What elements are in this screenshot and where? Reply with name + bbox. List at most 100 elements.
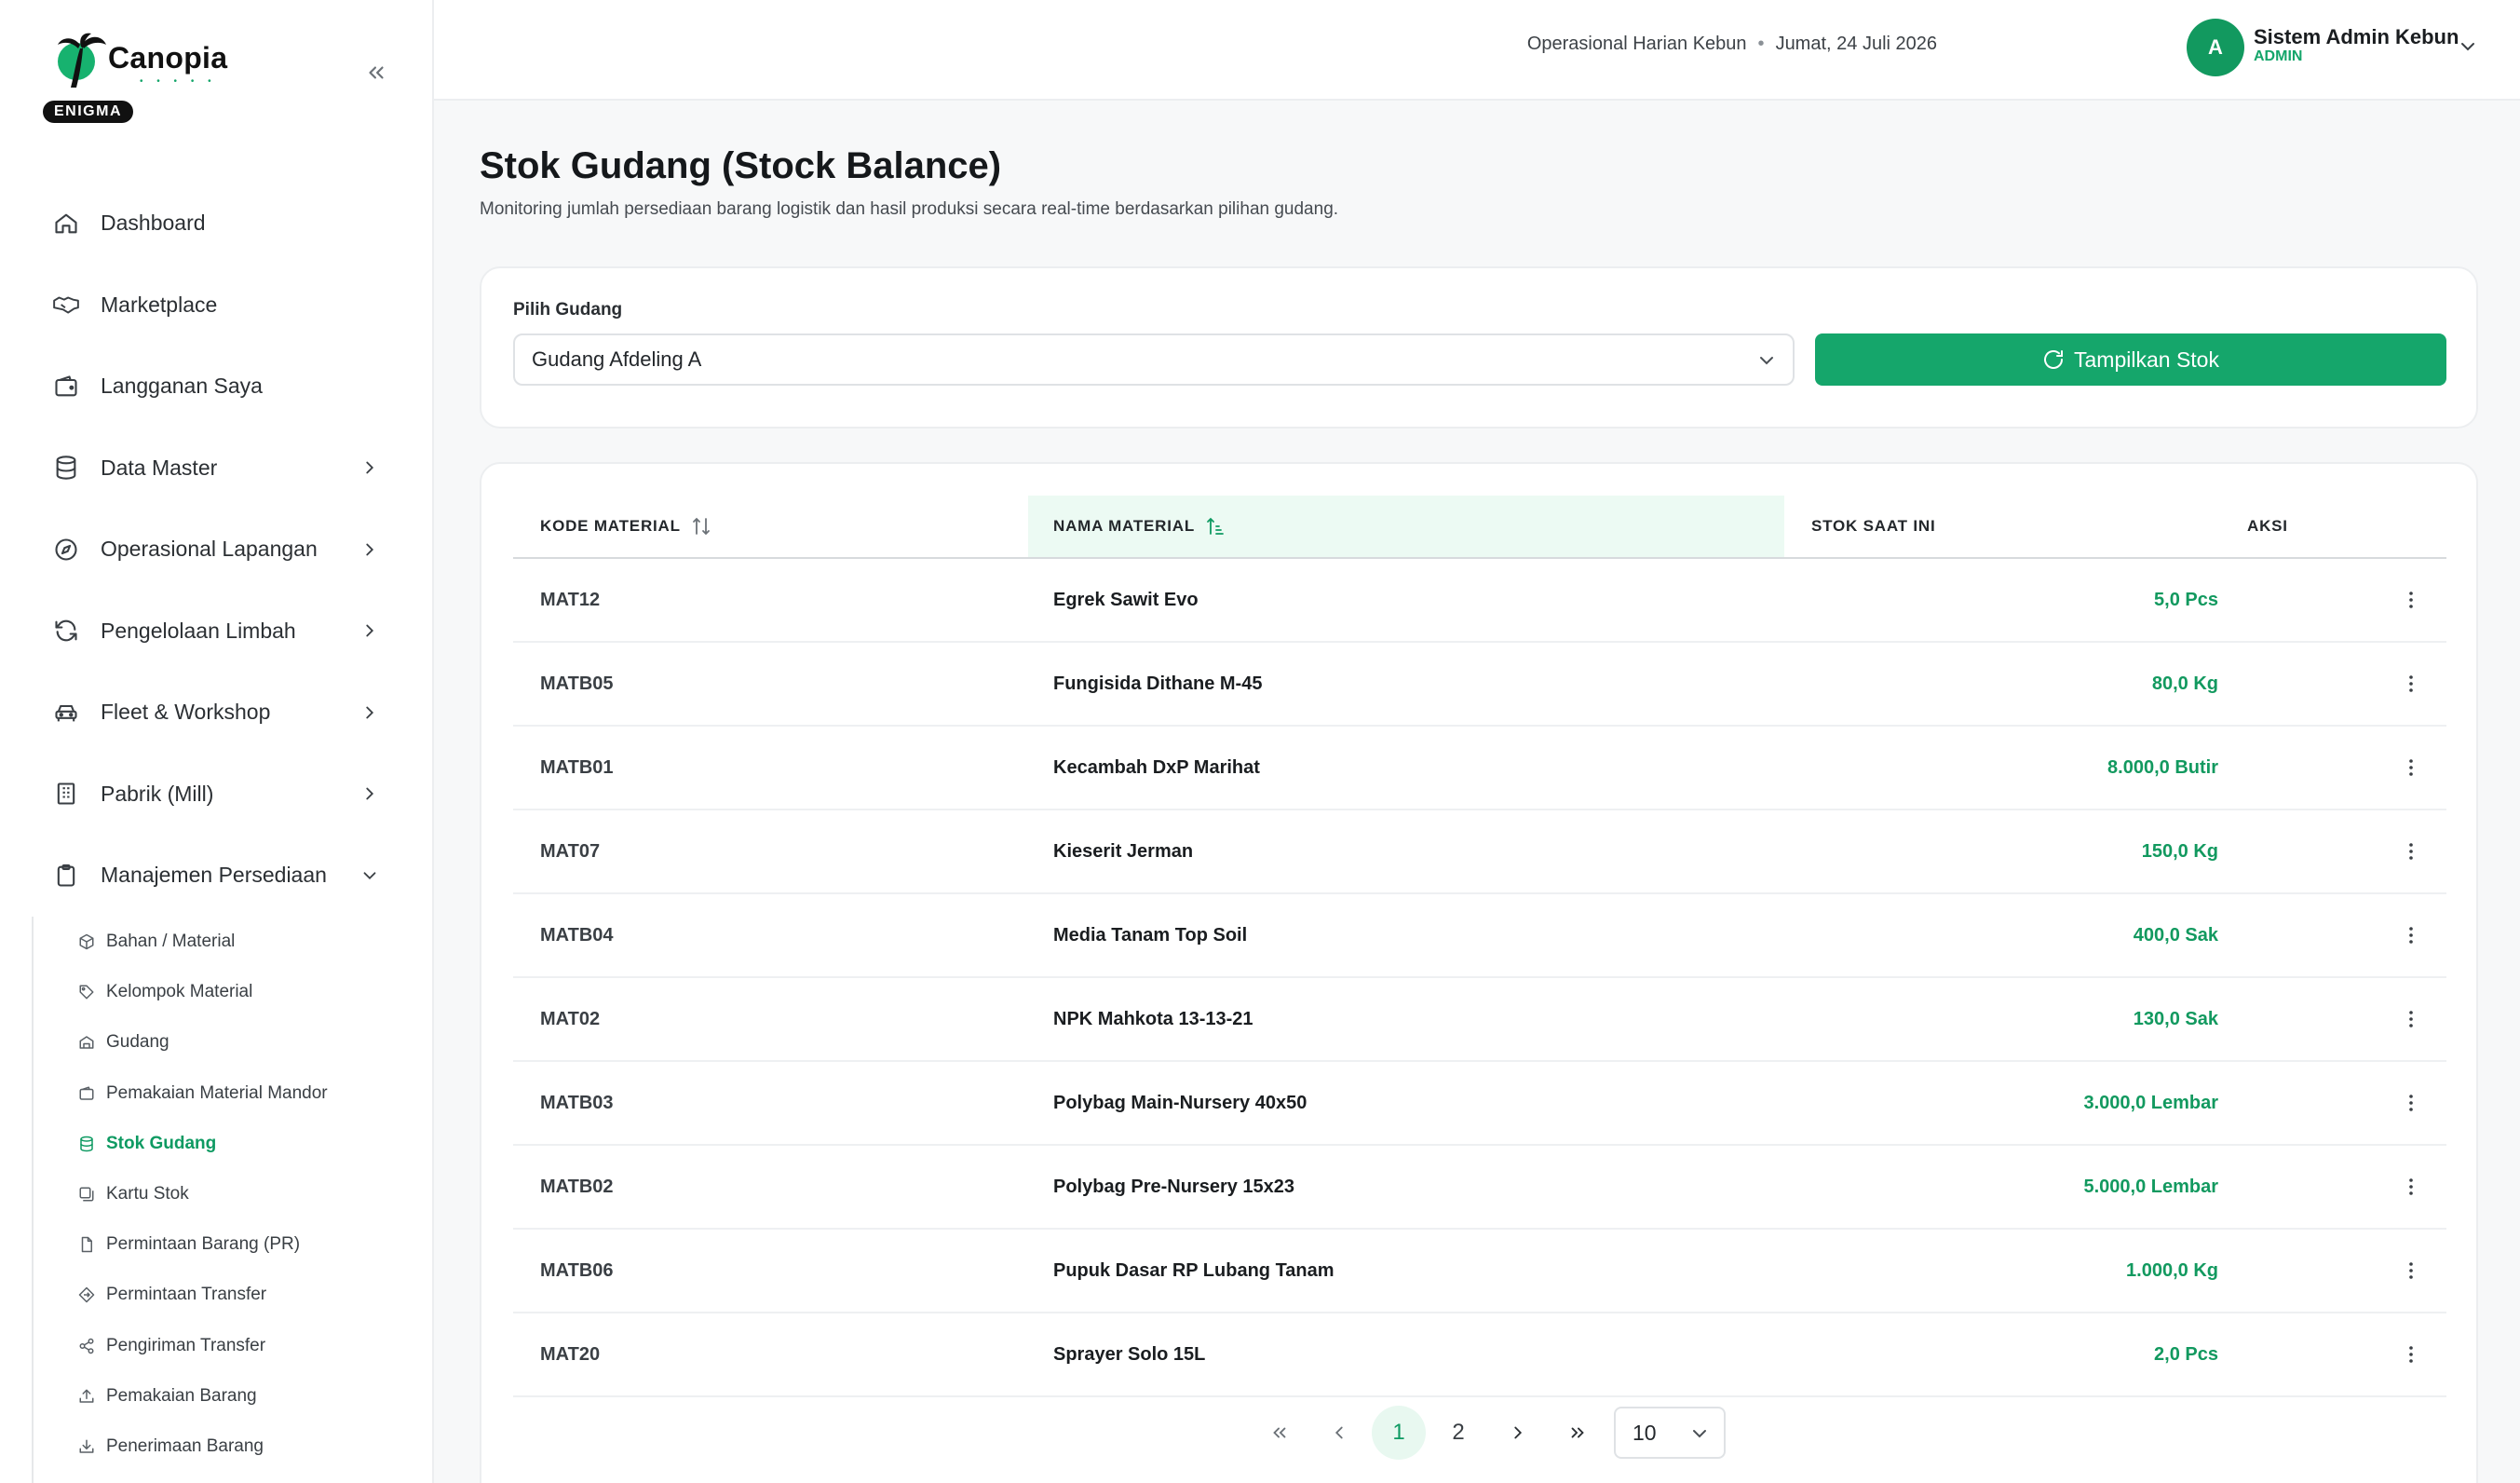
sort-ascending-icon bbox=[1207, 517, 1224, 535]
sidebar-item-label: Langganan Saya bbox=[101, 374, 263, 399]
column-header-stock: STOK SAAT INI bbox=[1784, 496, 2213, 557]
column-header-code[interactable]: KODE MATERIAL bbox=[513, 496, 1028, 557]
subnav-item-kelompok-material[interactable]: Kelompok Material bbox=[34, 967, 432, 1017]
table-header: KODE MATERIAL NAMA MATERIAL STOK SAAT IN… bbox=[513, 496, 2446, 559]
page-title: Stok Gudang (Stock Balance) bbox=[480, 145, 1002, 186]
more-vertical-icon bbox=[2409, 1346, 2413, 1363]
meta-separator: • bbox=[1757, 34, 1765, 54]
clipboard-icon bbox=[52, 862, 80, 890]
table-row[interactable]: MAT02 NPK Mahkota 13-13-21 130,0 Sak bbox=[513, 978, 2446, 1062]
column-header-action: AKSI bbox=[2213, 496, 2446, 557]
material-name: Fungisida Dithane M-45 bbox=[1053, 673, 1263, 694]
download-icon bbox=[76, 1436, 97, 1457]
sidebar-item-marketplace[interactable]: Marketplace bbox=[0, 265, 432, 347]
avatar[interactable]: A bbox=[2187, 19, 2244, 76]
page-button-2[interactable]: 2 bbox=[1431, 1406, 1485, 1460]
last-page-button[interactable] bbox=[1551, 1406, 1605, 1460]
table-row[interactable]: MAT20 Sprayer Solo 15L 2,0 Pcs bbox=[513, 1313, 2446, 1397]
subnav-item-label: Kelompok Material bbox=[106, 982, 253, 1002]
subnav-item-label: Permintaan Transfer bbox=[106, 1285, 267, 1305]
file-icon bbox=[76, 1234, 97, 1255]
brand-logo[interactable]: Canopia • • • • • ENIGMA bbox=[43, 28, 248, 125]
warehouse-select[interactable]: Gudang Afdeling A bbox=[513, 333, 1795, 386]
row-menu-button[interactable] bbox=[2396, 1230, 2426, 1312]
subnav-item-label: Gudang bbox=[106, 1032, 169, 1053]
subnav-item-permintaan-transfer[interactable]: Permintaan Transfer bbox=[34, 1270, 432, 1320]
page-button-1[interactable]: 1 bbox=[1372, 1406, 1426, 1460]
chevron-down-icon[interactable] bbox=[2457, 35, 2479, 58]
subnav-item-stok-gudang[interactable]: Stok Gudang bbox=[34, 1119, 432, 1169]
cards-icon bbox=[76, 1184, 97, 1204]
stock-table-card: KODE MATERIAL NAMA MATERIAL STOK SAAT IN… bbox=[480, 462, 2478, 1483]
sidebar-item-label: Pengelolaan Limbah bbox=[101, 618, 296, 643]
more-vertical-icon bbox=[2409, 1178, 2413, 1195]
collapse-sidebar-button[interactable] bbox=[359, 56, 393, 89]
database-icon bbox=[52, 454, 80, 482]
subnav-item-pemakaian-material-mandor[interactable]: Pemakaian Material Mandor bbox=[34, 1068, 432, 1119]
row-menu-button[interactable] bbox=[2396, 1313, 2426, 1395]
subnav-item-pengiriman-transfer[interactable]: Pengiriman Transfer bbox=[34, 1321, 432, 1371]
subnav-item-bahan-material[interactable]: Bahan / Material bbox=[34, 917, 432, 967]
page-subtitle: Monitoring jumlah persediaan barang logi… bbox=[480, 199, 1339, 219]
upload-icon bbox=[76, 1386, 97, 1407]
row-menu-button[interactable] bbox=[2396, 643, 2426, 725]
sidebar-item-pengelolaan-limbah[interactable]: Pengelolaan Limbah bbox=[0, 591, 432, 673]
table-row[interactable]: MAT12 Egrek Sawit Evo 5,0 Pcs bbox=[513, 559, 2446, 643]
wallet-icon bbox=[76, 1083, 97, 1104]
material-name: NPK Mahkota 13-13-21 bbox=[1053, 1008, 1253, 1029]
column-header-name[interactable]: NAMA MATERIAL bbox=[1028, 496, 1784, 557]
palm-tree-icon bbox=[58, 33, 106, 88]
table-row[interactable]: MATB02 Polybag Pre-Nursery 15x23 5.000,0… bbox=[513, 1146, 2446, 1230]
compass-icon bbox=[52, 536, 80, 564]
stock-quantity: 5,0 Pcs bbox=[2154, 589, 2218, 610]
sidebar-item-fleet-workshop[interactable]: Fleet & Workshop bbox=[0, 672, 432, 754]
table-row[interactable]: MATB03 Polybag Main-Nursery 40x50 3.000,… bbox=[513, 1062, 2446, 1146]
chevrons-left-icon bbox=[369, 66, 384, 79]
chevron-down-icon bbox=[363, 872, 376, 879]
column-header-label: STOK SAAT INI bbox=[1811, 517, 1936, 535]
material-name: Polybag Pre-Nursery 15x23 bbox=[1053, 1176, 1295, 1197]
refresh-icon bbox=[52, 617, 80, 645]
user-role: ADMIN bbox=[2254, 48, 2303, 64]
row-menu-button[interactable] bbox=[2396, 559, 2426, 641]
more-vertical-icon bbox=[2409, 843, 2413, 860]
user-name[interactable]: Sistem Admin Kebun bbox=[2254, 25, 2459, 49]
show-stock-button[interactable]: Tampilkan Stok bbox=[1815, 333, 2446, 386]
material-name: Sprayer Solo 15L bbox=[1053, 1343, 1206, 1365]
sidebar-item-manajemen-persediaan[interactable]: Manajemen Persediaan bbox=[0, 835, 432, 917]
brand-dots: • • • • • bbox=[140, 76, 217, 87]
subnav-item-gudang[interactable]: Gudang bbox=[34, 1017, 432, 1068]
chevron-right-icon bbox=[1514, 1426, 1523, 1439]
subnav-item-permintaan-barang[interactable]: Permintaan Barang (PR) bbox=[34, 1219, 432, 1270]
first-page-button[interactable] bbox=[1253, 1406, 1307, 1460]
sidebar-item-operasional-lapangan[interactable]: Operasional Lapangan bbox=[0, 509, 432, 591]
table-row[interactable]: MAT07 Kieserit Jerman 150,0 Kg bbox=[513, 810, 2446, 894]
sidebar: Canopia • • • • • ENIGMA Dashboard Marke… bbox=[0, 0, 434, 1483]
row-menu-button[interactable] bbox=[2396, 1062, 2426, 1144]
subnav-item-penerimaan-barang[interactable]: Penerimaan Barang bbox=[34, 1422, 432, 1472]
handshake-icon bbox=[52, 291, 80, 319]
sidebar-item-pabrik-mill[interactable]: Pabrik (Mill) bbox=[0, 754, 432, 836]
page-size-select[interactable]: 10 bbox=[1614, 1407, 1726, 1459]
sidebar-item-dashboard[interactable]: Dashboard bbox=[0, 183, 432, 265]
row-menu-button[interactable] bbox=[2396, 1146, 2426, 1228]
row-menu-button[interactable] bbox=[2396, 727, 2426, 809]
car-icon bbox=[52, 699, 80, 727]
subnav-item-kartu-stok[interactable]: Kartu Stok bbox=[34, 1169, 432, 1219]
sidebar-item-langganan-saya[interactable]: Langganan Saya bbox=[0, 346, 432, 428]
sidebar-item-label: Manajemen Persediaan bbox=[101, 863, 327, 888]
previous-page-button[interactable] bbox=[1312, 1406, 1366, 1460]
subnav-item-label: Bahan / Material bbox=[106, 932, 236, 952]
table-row[interactable]: MATB05 Fungisida Dithane M-45 80,0 Kg bbox=[513, 643, 2446, 727]
table-row[interactable]: MATB01 Kecambah DxP Marihat 8.000,0 Buti… bbox=[513, 727, 2446, 810]
stock-quantity: 2,0 Pcs bbox=[2154, 1343, 2218, 1365]
table-row[interactable]: MATB04 Media Tanam Top Soil 400,0 Sak bbox=[513, 894, 2446, 978]
row-menu-button[interactable] bbox=[2396, 978, 2426, 1060]
context-label: Operasional Harian Kebun bbox=[1526, 34, 1747, 54]
row-menu-button[interactable] bbox=[2396, 810, 2426, 892]
next-page-button[interactable] bbox=[1491, 1406, 1545, 1460]
subnav-item-pemakaian-barang[interactable]: Pemakaian Barang bbox=[34, 1371, 432, 1422]
table-row[interactable]: MATB06 Pupuk Dasar RP Lubang Tanam 1.000… bbox=[513, 1230, 2446, 1313]
row-menu-button[interactable] bbox=[2396, 894, 2426, 976]
sidebar-item-data-master[interactable]: Data Master bbox=[0, 428, 432, 510]
